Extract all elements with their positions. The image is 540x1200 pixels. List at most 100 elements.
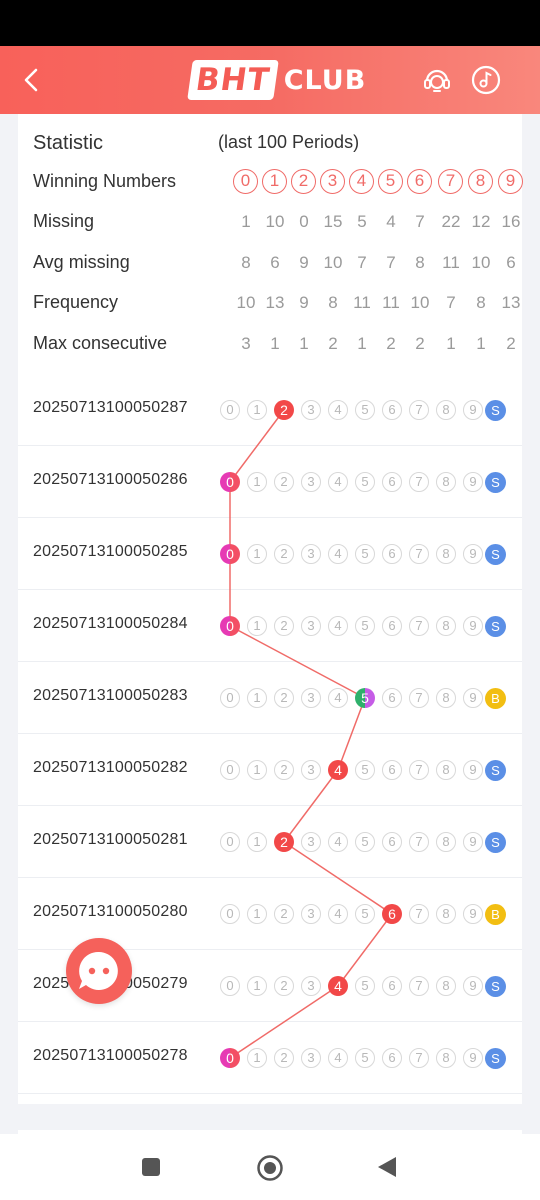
- digit-ball: 5: [355, 472, 375, 492]
- small-badge: S: [485, 976, 506, 997]
- digit-ball: 2: [274, 904, 294, 924]
- digit-ball: 7: [409, 832, 429, 852]
- winning-digit-ball: 0: [220, 616, 240, 636]
- statistic-value: 7: [415, 212, 425, 231]
- statistic-header-row: Statistic (last 100 Periods): [18, 128, 522, 158]
- statistic-value: 2: [506, 333, 516, 353]
- winning-digit-ball: 2: [274, 400, 294, 420]
- digit-ball: 1: [247, 472, 267, 492]
- statistic-value: 7: [446, 293, 456, 312]
- digit-ball: 8: [436, 544, 456, 564]
- statistic-value: 1: [476, 333, 486, 353]
- statistic-title: Statistic: [33, 132, 104, 154]
- customer-service-button[interactable]: [421, 64, 453, 96]
- period-number: 20250713100050283: [33, 687, 188, 704]
- digit-ball: 4: [328, 400, 348, 420]
- digit-ball: 8: [436, 1048, 456, 1068]
- home-button[interactable]: [256, 1154, 283, 1181]
- period-number: 20250713100050282: [33, 759, 188, 776]
- digit-ball: 7: [409, 544, 429, 564]
- digit-ball: 8: [436, 400, 456, 420]
- statistic-row: Frequency 10 13 9 8 11 11 10 7 8 13: [18, 288, 522, 318]
- digit-ball: 6: [382, 472, 402, 492]
- digit-ball: 9: [463, 760, 483, 780]
- digit-ball: 5: [355, 1048, 375, 1068]
- digit-ball: 8: [436, 976, 456, 996]
- digit-ball: 9: [463, 616, 483, 636]
- draw-row: 20250713100050283 0 1 2 3 4 5 6 7 8 9 B: [18, 662, 522, 734]
- winning-digit-ball: 0: [220, 1048, 240, 1068]
- digit-ball: 6: [382, 832, 402, 852]
- winning-digit-ball: 4: [328, 976, 348, 996]
- winning-number-ball: 6: [407, 169, 432, 194]
- winning-digit-ball: 6: [382, 904, 402, 924]
- digit-ball: 3: [301, 400, 321, 420]
- digit-ball: 9: [463, 688, 483, 708]
- statistic-value: 3: [241, 333, 251, 353]
- recent-apps-button[interactable]: [138, 1154, 164, 1180]
- statistic-value: 2: [386, 333, 396, 353]
- period-number: 20250713100050280: [33, 903, 188, 920]
- statistic-value: 12: [471, 212, 491, 231]
- statistic-value: 1: [357, 333, 367, 353]
- big-badge: B: [485, 688, 506, 709]
- music-button[interactable]: [470, 64, 502, 96]
- statistic-value: 8: [241, 252, 251, 272]
- digit-ball: 0: [220, 688, 240, 708]
- statistic-value: 6: [506, 252, 516, 272]
- digit-ball: 5: [355, 976, 375, 996]
- back-button[interactable]: [14, 60, 54, 100]
- draw-row: 20250713100050287 0 1 2 3 4 5 6 7 8 9 S: [18, 374, 522, 446]
- digit-ball: 5: [355, 904, 375, 924]
- digit-ball: 3: [301, 760, 321, 780]
- digit-ball: 4: [328, 1048, 348, 1068]
- period-number: 20250713100050281: [33, 831, 188, 848]
- statistic-row-label: Max consecutive: [33, 332, 168, 353]
- small-badge: S: [485, 472, 506, 493]
- digit-ball: 7: [409, 976, 429, 996]
- digit-ball: 6: [382, 1048, 402, 1068]
- digit-ball: 9: [463, 1048, 483, 1068]
- digit-ball: 1: [247, 400, 267, 420]
- statistic-value: 5: [357, 212, 367, 231]
- digit-ball: 7: [409, 904, 429, 924]
- digit-ball: 1: [247, 976, 267, 996]
- digit-ball: 2: [274, 976, 294, 996]
- draw-row: 20250713100050278 0 1 2 3 4 5 6 7 8 9 S: [18, 1022, 522, 1094]
- status-bar: [0, 0, 540, 46]
- statistic-row-label: Avg missing: [33, 251, 130, 272]
- digit-ball: 7: [409, 1048, 429, 1068]
- digit-ball: 0: [220, 904, 240, 924]
- statistic-subtitle: (last 100 Periods): [218, 132, 360, 152]
- statistic-value: 9: [299, 252, 309, 272]
- digit-ball: 9: [463, 472, 483, 492]
- digit-ball: 5: [355, 760, 375, 780]
- statistic-value: 1: [299, 333, 309, 353]
- winning-digit-ball: 0: [220, 544, 240, 564]
- statistic-value: 13: [501, 293, 521, 312]
- statistic-value: 1: [270, 333, 280, 353]
- digit-ball: 8: [436, 832, 456, 852]
- chat-button[interactable]: [66, 938, 132, 1004]
- statistic-row: Max consecutive 3 1 1 2 1 2 2 1 1 2: [18, 329, 522, 359]
- statistic-value: 1: [241, 212, 251, 231]
- statistic-row: Avg missing 8 6 9 10 7 7 8 11 10 6: [18, 248, 522, 278]
- draw-row: 20250713100050285 0 1 2 3 4 5 6 7 8 9 S: [18, 518, 522, 590]
- statistic-row-label: Missing: [33, 211, 95, 231]
- draw-row: 20250713100050284 0 1 2 3 4 5 6 7 8 9 S: [18, 590, 522, 662]
- digit-ball: 7: [409, 472, 429, 492]
- digit-ball: 3: [301, 1048, 321, 1068]
- logo-club-text: CLUB: [283, 64, 367, 96]
- draw-row: 20250713100050281 0 1 2 3 4 5 6 7 8 9 S: [18, 806, 522, 878]
- digit-ball: 5: [355, 616, 375, 636]
- statistic-value: 8: [476, 293, 486, 312]
- winning-number-ball: 4: [349, 169, 374, 194]
- back-nav-button[interactable]: [374, 1154, 400, 1180]
- winning-numbers-row: Winning Numbers 0123456789: [18, 167, 523, 197]
- digit-ball: 5: [355, 544, 375, 564]
- digit-ball: 7: [409, 616, 429, 636]
- digit-ball: 8: [436, 472, 456, 492]
- digit-ball: 5: [355, 832, 375, 852]
- statistic-value: 9: [299, 293, 309, 312]
- winning-number-ball: 7: [438, 169, 463, 194]
